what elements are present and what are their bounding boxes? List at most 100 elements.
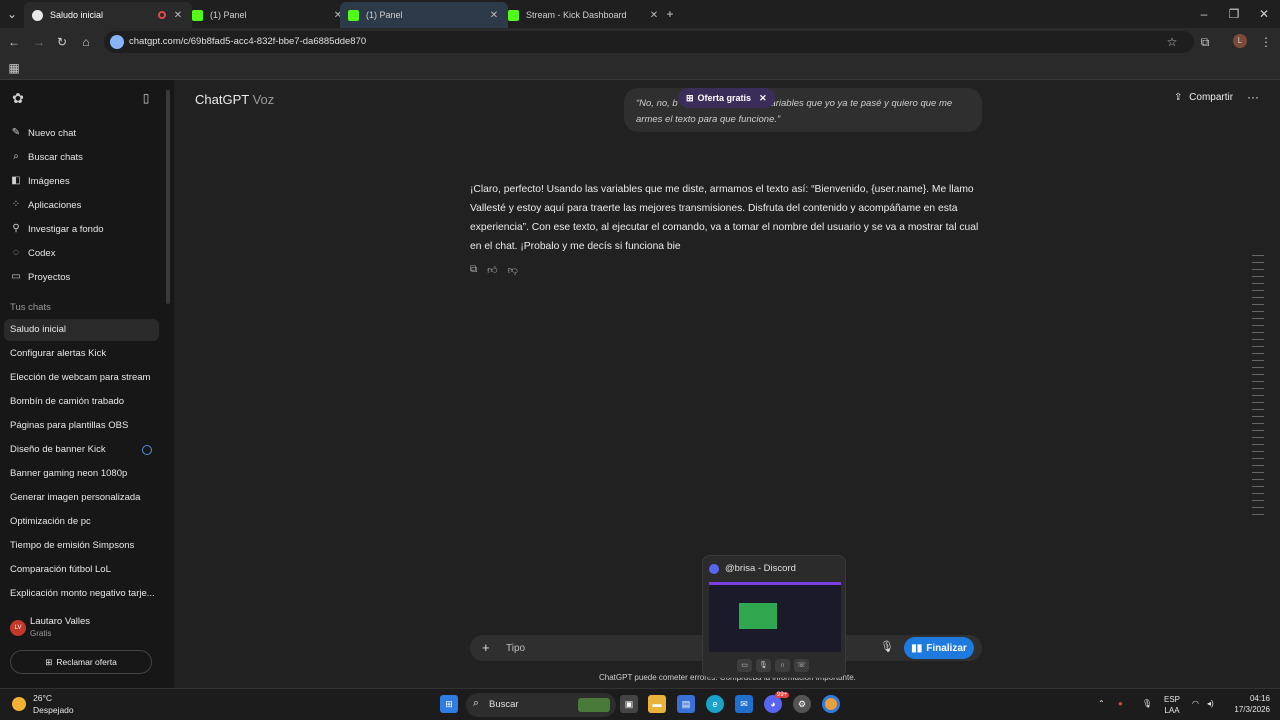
chat-item[interactable]: Optimización de pc	[4, 511, 159, 533]
headphones-icon[interactable]: ∩	[775, 659, 790, 672]
model-mode: Voz	[252, 92, 275, 107]
sidebar-item-aplicaciones[interactable]: ⁘ Aplicaciones	[10, 199, 82, 211]
new-tab-icon[interactable]: +	[662, 6, 678, 22]
apps-grid-icon[interactable]: ▦	[6, 60, 22, 76]
scroll-minimap[interactable]	[1252, 255, 1264, 523]
language-indicator[interactable]: ESP LAA	[1164, 694, 1180, 716]
hangup-icon[interactable]: ☏	[794, 659, 809, 672]
forward-icon[interactable]: →	[31, 34, 47, 50]
chat-item[interactable]: Páginas para plantillas OBS	[4, 415, 159, 437]
discord-call-controls: ▭ 🎙︎ ∩ ☏	[737, 659, 809, 672]
tray-mic-icon[interactable]: 🎙︎	[1142, 698, 1152, 709]
more-options-icon[interactable]: ···	[1247, 90, 1259, 104]
show-hidden-icons-icon[interactable]: ⌃	[1098, 698, 1105, 709]
volume-icon[interactable]: ◂)	[1207, 698, 1214, 709]
microphone-icon[interactable]: 🎙︎	[880, 640, 894, 653]
chat-item[interactable]: Bombín de camión trabado	[4, 391, 159, 413]
browser-menu-icon[interactable]: ⋮	[1258, 34, 1274, 50]
weather-icon[interactable]	[12, 697, 26, 711]
tab-panel-2[interactable]: (1) Panel ✕	[340, 2, 508, 28]
start-icon[interactable]: ⊞	[440, 695, 458, 713]
close-promo-icon[interactable]: ✕	[759, 93, 767, 104]
apps-icon: ⁘	[11, 199, 21, 210]
search-icon: ⌕	[473, 697, 480, 709]
share-button[interactable]: ⇪ Compartir	[1174, 92, 1233, 103]
restore-icon[interactable]: ❐	[1226, 6, 1242, 22]
profile-avatar[interactable]: L	[1233, 34, 1247, 48]
chat-item[interactable]: Saludo inicial	[4, 319, 159, 341]
bookmark-star-icon[interactable]: ☆	[1164, 34, 1180, 50]
chat-item[interactable]: Comparación fútbol LoL	[4, 559, 159, 581]
sidebar-item-investigar[interactable]: ⚲ Investigar a fondo	[10, 223, 103, 235]
sidebar-item-nuevo-chat[interactable]: ✎ Nuevo chat	[10, 127, 76, 139]
store-icon[interactable]: ▤	[677, 695, 695, 713]
chat-item[interactable]: Banner gaming neon 1080p	[4, 463, 159, 485]
reload-icon[interactable]: ↻	[54, 34, 70, 50]
edge-icon[interactable]: e	[706, 695, 724, 713]
omnibox[interactable]: chatgpt.com/c/69b8fad5-acc4-832f-bbe7-da…	[104, 31, 1194, 53]
copy-icon[interactable]: ⧉	[470, 264, 477, 276]
weather-temperature[interactable]: 26°C	[33, 693, 52, 703]
claim-offer-button[interactable]: ⊞ Reclamar oferta	[10, 650, 152, 674]
chatgpt-logo-icon[interactable]: ✿	[10, 90, 26, 106]
toggle-sidebar-icon[interactable]: ▯	[138, 90, 154, 106]
waveform-icon: ▮▮	[911, 642, 923, 654]
user-message-start: “No, no, b	[636, 98, 678, 109]
site-info-icon[interactable]	[110, 35, 124, 49]
tab-search-icon[interactable]: ⌄	[4, 6, 20, 22]
steam-icon[interactable]: ⚙	[793, 695, 811, 713]
discord-thumbnail[interactable]	[709, 582, 841, 652]
tray-app-icon[interactable]: ●	[1118, 698, 1123, 709]
url-text[interactable]: chatgpt.com/c/69b8fad5-acc4-832f-bbe7-da…	[129, 36, 366, 47]
discord-window-preview[interactable]: @brisa - Discord ▭ 🎙︎ ∩ ☏	[702, 555, 846, 678]
chat-item[interactable]: Diseño de banner Kick	[4, 439, 159, 461]
finish-voice-button[interactable]: ▮▮ Finalizar	[904, 637, 974, 659]
sidebar-item-codex[interactable]: ◌ Codex	[10, 247, 55, 259]
close-tab-icon[interactable]: ✕	[488, 10, 500, 21]
promo-badge[interactable]: ⊞ Oferta gratis ✕	[678, 88, 775, 108]
sidebar-scrollbar[interactable]	[166, 90, 170, 304]
home-icon[interactable]: ⌂	[78, 34, 94, 50]
minimize-icon[interactable]: –	[1196, 6, 1212, 22]
sidebar-item-buscar-chats[interactable]: ⌕ Buscar chats	[10, 151, 83, 163]
model-selector[interactable]: ChatGPT Voz	[195, 92, 274, 107]
tab-panel-1[interactable]: (1) Panel ✕	[184, 2, 352, 28]
wifi-icon[interactable]: ◠	[1192, 698, 1199, 709]
chat-item[interactable]: Elección de webcam para stream	[4, 367, 159, 389]
sidebar-item-label: Imágenes	[28, 175, 70, 187]
mail-icon[interactable]: ✉	[735, 695, 753, 713]
thumbs-down-icon[interactable]: 👎︎	[508, 264, 518, 276]
tab-kick-dashboard[interactable]: Stream - Kick Dashboard ✕	[500, 2, 668, 28]
claim-offer-label: Reclamar oferta	[56, 657, 117, 667]
tab-saludo-inicial[interactable]: Saludo inicial ✕	[24, 2, 192, 28]
thumbs-up-icon[interactable]: 👍︎	[487, 264, 497, 276]
clock[interactable]: 04:16 17/3/2026	[1224, 693, 1270, 715]
task-view-icon[interactable]: ▣	[620, 695, 638, 713]
close-tab-icon[interactable]: ✕	[648, 10, 660, 21]
discord-badge: 99+	[775, 692, 790, 698]
microphone-icon[interactable]: 🎙︎	[756, 659, 771, 672]
add-attachment-icon[interactable]: +	[482, 640, 490, 655]
kick-favicon-icon	[508, 9, 519, 21]
gift-icon: ⊞	[686, 92, 694, 103]
chrome-icon[interactable]	[822, 695, 840, 713]
taskbar-search[interactable]: ⌕ Buscar	[466, 693, 616, 717]
back-icon[interactable]: ←	[6, 34, 22, 50]
close-window-icon[interactable]: ✕	[1256, 6, 1272, 22]
close-tab-icon[interactable]: ✕	[172, 10, 184, 21]
user-profile[interactable]: LV Lautaro Valles Gratis	[8, 614, 158, 642]
extensions-icon[interactable]: ⧉	[1197, 34, 1213, 50]
windows-taskbar: 26°C Despejado ⊞ ⌕ Buscar ▣ ▬ ▤ e ✉ ◕ 99…	[0, 688, 1280, 720]
chat-item[interactable]: Tiempo de emisión Simpsons	[4, 535, 159, 557]
gift-icon: ⊞	[45, 656, 53, 667]
weather-description[interactable]: Despejado	[33, 705, 74, 715]
sidebar-item-proyectos[interactable]: ▭ Proyectos	[10, 271, 70, 283]
chat-item[interactable]: Configurar alertas Kick	[4, 343, 159, 365]
file-explorer-icon[interactable]: ▬	[648, 695, 666, 713]
sidebar-item-imagenes[interactable]: ◧ Imágenes	[10, 175, 70, 187]
chat-item[interactable]: Generar imagen personalizada	[4, 487, 159, 509]
avatar: LV	[10, 620, 26, 636]
edit-icon: ✎	[11, 127, 21, 138]
chat-item[interactable]: Explicación monto negativo tarje...	[4, 583, 159, 605]
camera-icon[interactable]: ▭	[737, 659, 752, 672]
